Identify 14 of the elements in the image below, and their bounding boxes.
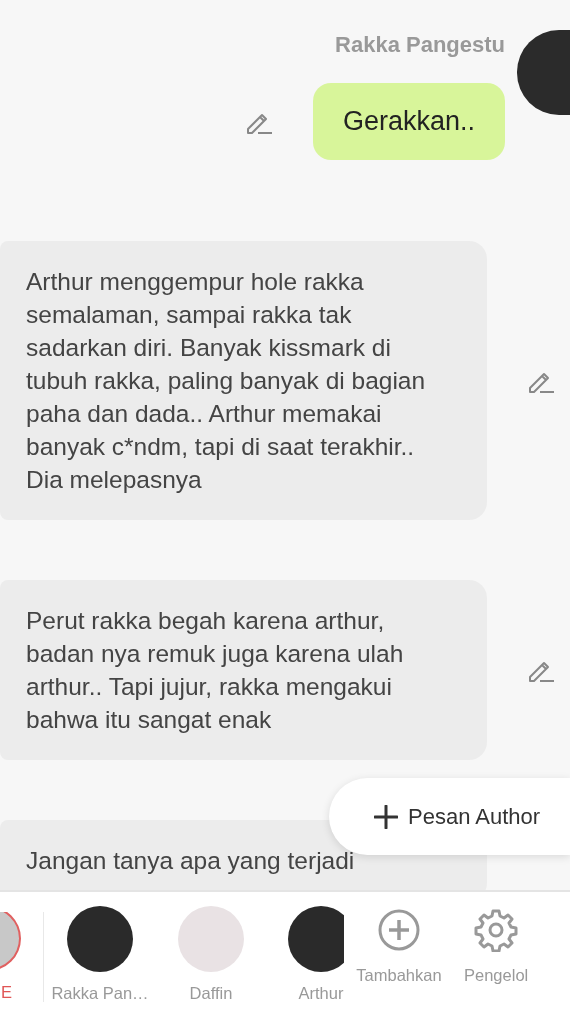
message-bubble: Perut rakka begah karena arthur, badan nya remuk juga karena ulah arthur.. Tapi jujur, rakka mengakui bahwa itu sangat enak <box>0 580 487 760</box>
user-message: Gerakkan.. <box>312 83 505 160</box>
character-tab[interactable]: Daffin <box>156 906 266 1003</box>
message-bubble: Arthur menggempur hole rakka semalaman, sampai rakka tak sadarkan diri. Banyak kissmark di tubuh rakka, paling banyak di bagian paha dan dada.. Arthur memakai banyak c*ndm, tapi di saat terakhir.. Dia melepasnya <box>0 241 487 520</box>
avatar <box>288 906 344 972</box>
add-icon <box>377 908 421 952</box>
plus-icon <box>374 804 398 829</box>
sender-name: Rakka Pangestu <box>335 32 505 58</box>
settings-icon <box>474 908 519 952</box>
character-tab[interactable]: Rakka Pan… <box>44 906 156 1003</box>
settings-button[interactable]: Pengelol <box>464 892 529 985</box>
character-tab[interactable]: E <box>0 912 21 1002</box>
character-tab[interactable]: Arthur <box>266 906 344 1003</box>
add-button[interactable]: Tambahkan <box>344 892 454 985</box>
